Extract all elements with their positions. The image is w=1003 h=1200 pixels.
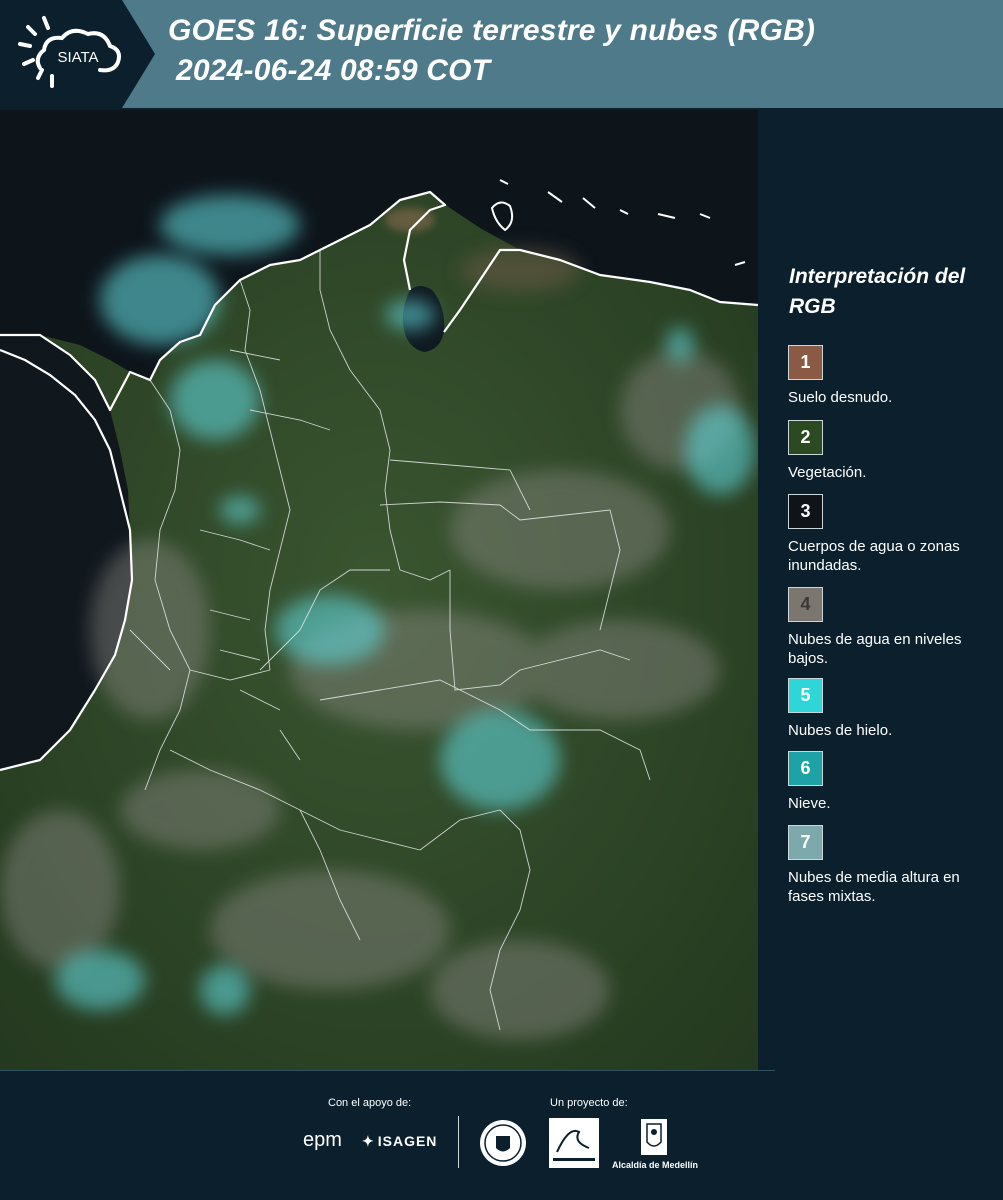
legend-item-bare-soil: 1 Suelo desnudo. [788,345,998,407]
siata-logo: SIATA [0,0,155,108]
legend-label: Nubes de hielo. [788,722,893,739]
epm-logo-text: epm [303,1129,342,1151]
legend-label: Nieve. [788,795,831,812]
legend-swatch: 5 [788,678,823,713]
timestamp: 2024-06-24 08:59 COT [176,54,491,87]
legend-swatch: 1 [788,345,823,380]
legend-label: Vegetación. [788,464,867,481]
alcaldia-label: Alcaldía de Medellín [612,1160,699,1170]
legend-item-snow: 6 Nieve. [788,751,998,813]
legend-item-mid-clouds: 7 Nubes de media altura en fases mixtas. [788,825,998,906]
medellin-seal-icon [480,1120,526,1166]
footer-rule [0,1070,775,1071]
isagen-mark-icon: ✦ [362,1133,375,1149]
siata-logo-shape: SIATA [0,0,155,108]
legend-item-low-clouds: 4 Nubes de agua en niveles bajos. [788,587,998,668]
alcaldia-shield-icon [641,1119,667,1155]
legend-swatch: 4 [788,587,823,622]
area-metropolitana-logo-icon [549,1118,599,1168]
page: SIATA GOES 16: Superficie terrestre y nu… [0,0,1003,1200]
legend-swatch: 7 [788,825,823,860]
legend-label: Nubes de media altura en fases mixtas. [788,869,960,905]
legend-item-ice-clouds: 5 Nubes de hielo. [788,678,998,740]
legend-item-water: 3 Cuerpos de agua o zonas inundadas. [788,494,998,575]
legend-label: Suelo desnudo. [788,389,893,406]
header-bar: SIATA GOES 16: Superficie terrestre y nu… [0,0,1003,108]
legend-panel: Interpretación del RGB 1 Suelo desnudo. … [772,110,1003,1070]
epm-logo: epm [303,1129,342,1152]
legend-swatch: 2 [788,420,823,455]
legend-swatch: 6 [788,751,823,786]
isagen-logo-text: ISAGEN [377,1133,438,1149]
legend-title: Interpretación del RGB [789,265,966,318]
support-label: Con el apoyo de: [328,1097,412,1109]
legend-swatch: 3 [788,494,823,529]
footer: Con el apoyo de: Un proyecto de: epm ✦ IS… [0,1070,1003,1200]
legend-item-vegetation: 2 Vegetación. [788,420,998,482]
legend-label: Cuerpos de agua o zonas inundadas. [788,538,960,574]
svg-text:SIATA: SIATA [57,49,98,66]
isagen-logo: ✦ ISAGEN [362,1133,437,1150]
project-label: Un proyecto de: [550,1097,628,1109]
page-title: GOES 16: Superficie terrestre y nubes (R… [168,14,816,47]
footer-divider [458,1116,459,1168]
satellite-map[interactable] [0,110,758,1070]
satellite-image [0,110,758,1070]
legend-label: Nubes de agua en niveles bajos. [788,631,962,667]
